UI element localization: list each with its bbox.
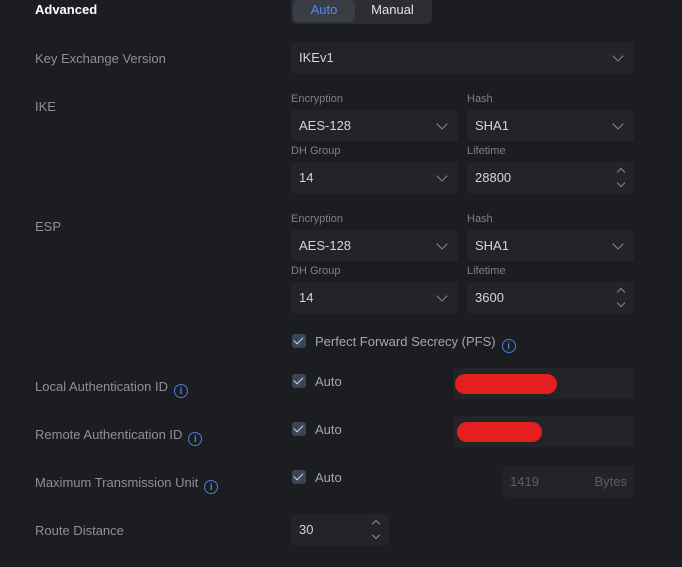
esp-lifetime-value: 3600 bbox=[475, 290, 504, 305]
section-title: Advanced bbox=[35, 2, 98, 17]
remote-auth-label-text: Remote Authentication ID bbox=[35, 427, 183, 442]
esp-dh-value: 14 bbox=[299, 290, 314, 305]
route-distance-label: Route Distance bbox=[35, 523, 124, 538]
stepper-icon[interactable] bbox=[616, 286, 626, 309]
key-exchange-label: Key Exchange Version bbox=[35, 51, 166, 66]
ike-encryption-label: Encryption bbox=[291, 93, 343, 105]
remote-auth-auto-checkbox[interactable] bbox=[292, 422, 306, 436]
manual-mode-button[interactable]: Manual bbox=[355, 0, 430, 22]
remote-auth-label: Remote Authentication ID i bbox=[35, 427, 203, 446]
chevron-down-icon bbox=[612, 49, 624, 62]
mtu-value: 1419 bbox=[510, 474, 539, 489]
chevron-down-icon bbox=[436, 289, 448, 302]
key-exchange-value: IKEv1 bbox=[299, 50, 334, 65]
mode-toggle: Auto Manual bbox=[291, 0, 432, 24]
esp-label: ESP bbox=[35, 219, 62, 234]
chevron-down-icon bbox=[612, 237, 624, 250]
ike-lifetime-input[interactable]: 28800 bbox=[467, 162, 634, 193]
info-icon[interactable]: i bbox=[501, 339, 516, 353]
redaction-mark bbox=[455, 374, 557, 394]
stepper-icon[interactable] bbox=[616, 166, 626, 189]
key-exchange-select[interactable]: IKEv1 bbox=[291, 42, 634, 73]
esp-hash-label: Hash bbox=[467, 213, 493, 225]
ike-encryption-value: AES-128 bbox=[299, 118, 352, 133]
mtu-auto-checkbox[interactable] bbox=[292, 470, 306, 484]
esp-encryption-select[interactable]: AES-128 bbox=[291, 230, 458, 261]
mtu-unit: Bytes bbox=[594, 474, 627, 489]
esp-hash-select[interactable]: SHA1 bbox=[467, 230, 634, 261]
route-distance-value: 30 bbox=[299, 522, 314, 537]
mtu-auto-label: Auto bbox=[315, 470, 342, 485]
ike-lifetime-label: Lifetime bbox=[467, 145, 506, 157]
stepper-icon[interactable] bbox=[371, 518, 381, 541]
ike-dh-label: DH Group bbox=[291, 145, 341, 157]
pfs-label-text: Perfect Forward Secrecy (PFS) bbox=[315, 334, 496, 349]
info-icon[interactable]: i bbox=[204, 480, 219, 494]
info-icon[interactable]: i bbox=[173, 384, 188, 398]
route-distance-input[interactable]: 30 bbox=[291, 514, 389, 545]
mtu-label: Maximum Transmission Unit i bbox=[35, 475, 219, 494]
chevron-down-icon bbox=[436, 169, 448, 182]
esp-encryption-value: AES-128 bbox=[299, 238, 352, 253]
ike-encryption-select[interactable]: AES-128 bbox=[291, 110, 458, 141]
esp-dh-select[interactable]: 14 bbox=[291, 282, 458, 313]
remote-auth-auto-label: Auto bbox=[315, 422, 342, 437]
auto-mode-button[interactable]: Auto bbox=[293, 0, 355, 22]
esp-lifetime-input[interactable]: 3600 bbox=[467, 282, 634, 313]
ike-hash-select[interactable]: SHA1 bbox=[467, 110, 634, 141]
ike-hash-value: SHA1 bbox=[475, 118, 509, 133]
ike-lifetime-value: 28800 bbox=[475, 170, 512, 185]
redaction-mark bbox=[457, 422, 542, 442]
ike-label: IKE bbox=[35, 99, 56, 114]
info-icon[interactable]: i bbox=[188, 432, 203, 446]
ike-hash-label: Hash bbox=[467, 93, 493, 105]
esp-lifetime-label: Lifetime bbox=[467, 265, 506, 277]
ike-dh-value: 14 bbox=[299, 170, 314, 185]
esp-dh-label: DH Group bbox=[291, 265, 341, 277]
esp-hash-value: SHA1 bbox=[475, 238, 509, 253]
local-auth-auto-checkbox[interactable] bbox=[292, 374, 306, 388]
chevron-down-icon bbox=[436, 117, 448, 130]
mtu-label-text: Maximum Transmission Unit bbox=[35, 475, 199, 490]
ike-dh-select[interactable]: 14 bbox=[291, 162, 458, 193]
pfs-checkbox[interactable] bbox=[292, 334, 306, 348]
mtu-input[interactable]: 1419 Bytes bbox=[503, 466, 634, 497]
esp-encryption-label: Encryption bbox=[291, 213, 343, 225]
chevron-down-icon bbox=[436, 237, 448, 250]
chevron-down-icon bbox=[612, 117, 624, 130]
local-auth-label: Local Authentication ID i bbox=[35, 379, 188, 398]
pfs-label: Perfect Forward Secrecy (PFS) i bbox=[315, 334, 516, 353]
local-auth-label-text: Local Authentication ID bbox=[35, 379, 168, 394]
local-auth-auto-label: Auto bbox=[315, 374, 342, 389]
